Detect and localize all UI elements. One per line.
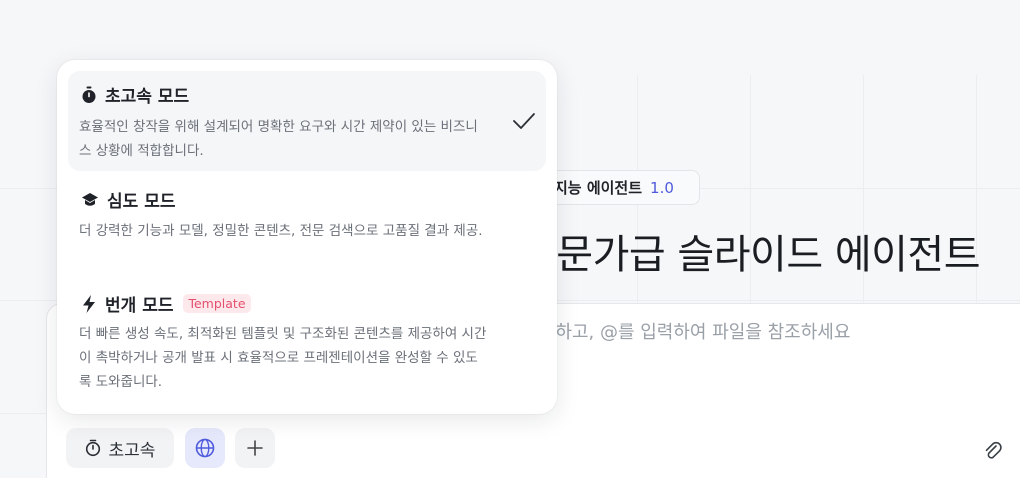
mode-option-title: 번개 모드 xyxy=(105,296,174,316)
mode-option-deep[interactable]: 심도 모드 더 강력한 기능과 모델, 정밀한 콘텐츠, 전문 검색으로 고품질… xyxy=(68,176,546,274)
mode-select-button[interactable]: 초고속 xyxy=(66,428,174,468)
mode-option-header: 번개 모드 Template xyxy=(81,291,251,316)
mode-option-title: 심도 모드 xyxy=(107,192,176,212)
stopwatch-icon xyxy=(85,439,100,457)
mode-option-header: 심도 모드 xyxy=(81,187,175,212)
mode-option-description: 더 빠른 생성 속도, 최적화된 템플릿 및 구조화된 콘텐츠를 제공하여 시간… xyxy=(79,326,487,390)
template-tag: Template xyxy=(183,294,251,313)
plus-icon xyxy=(247,440,263,456)
mode-option-lightning[interactable]: 번개 모드 Template 더 빠른 생성 속도, 최적화된 템플릿 및 구조… xyxy=(68,282,546,404)
globe-icon xyxy=(195,438,215,458)
attachment-icon[interactable] xyxy=(982,440,1004,462)
mode-option-header: 초고속 모드 xyxy=(81,82,189,107)
mode-select-label: 초고속 xyxy=(108,440,156,461)
mode-option-description: 효율적인 창작을 위해 설계되어 명확한 요구와 시간 제약이 있는 비즈니스 … xyxy=(79,119,478,159)
add-button[interactable] xyxy=(235,428,275,468)
mode-option-ultra-fast[interactable]: 초고속 모드 효율적인 창작을 위해 설계되어 명확한 요구와 시간 제약이 있… xyxy=(68,71,546,171)
badge-name: 지능 에이전트 xyxy=(554,179,643,197)
badge-version: 1.0 xyxy=(650,178,674,197)
mode-dropdown-menu: 초고속 모드 효율적인 창작을 위해 설계되어 명확한 요구와 시간 제약이 있… xyxy=(57,60,557,414)
mode-option-description: 더 강력한 기능과 모델, 정밀한 콘텐츠, 전문 검색으로 고품질 결과 제공… xyxy=(79,223,483,239)
graduation-cap-icon xyxy=(82,192,98,206)
page-title: 전문가급 슬라이드 에이전트 xyxy=(520,232,981,278)
stopwatch-icon xyxy=(82,86,96,103)
mode-option-title: 초고속 모드 xyxy=(105,87,190,107)
check-icon xyxy=(513,113,535,129)
lightning-icon xyxy=(83,294,95,313)
web-search-toggle[interactable] xyxy=(185,428,225,468)
